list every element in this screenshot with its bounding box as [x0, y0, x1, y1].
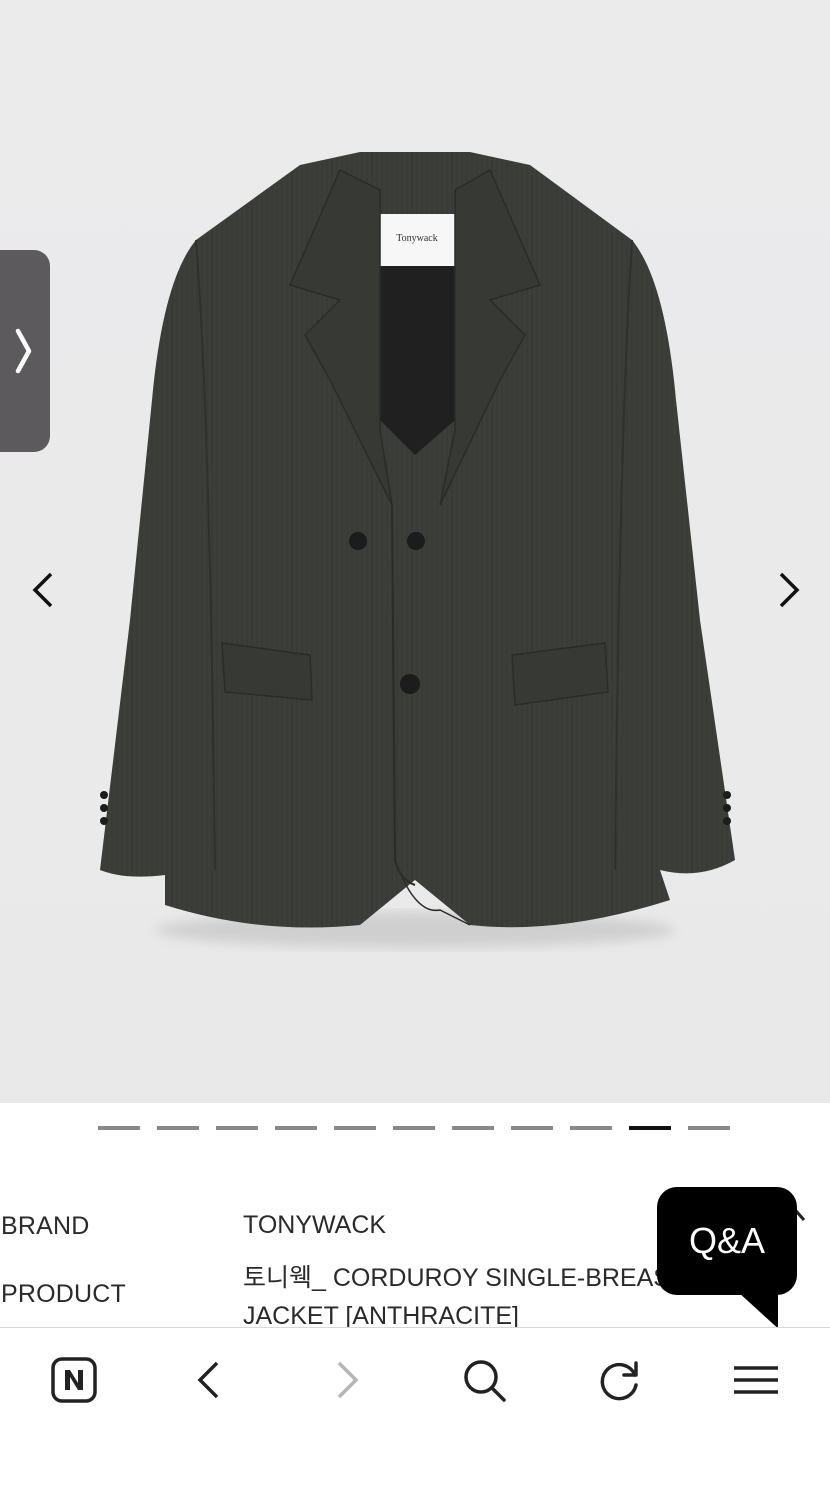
pagination-dash[interactable]: [334, 1126, 376, 1130]
side-panel-toggle[interactable]: [0, 250, 50, 452]
forward-button[interactable]: [316, 1350, 376, 1410]
chevron-right-icon: [337, 1361, 359, 1399]
hamburger-menu-icon: [734, 1366, 778, 1394]
search-icon: [464, 1360, 506, 1402]
pagination-dash[interactable]: [629, 1126, 671, 1130]
product-image-gallery[interactable]: Tonywack: [0, 0, 830, 1103]
brand-label: BRAND: [1, 1212, 90, 1240]
pagination-dash[interactable]: [452, 1126, 494, 1130]
pagination-dash[interactable]: [275, 1126, 317, 1130]
pagination-dash[interactable]: [511, 1126, 553, 1130]
jacket-product-image: Tonywack: [100, 152, 735, 948]
chevron-left-icon: [32, 572, 53, 608]
pagination-dash[interactable]: [157, 1126, 199, 1130]
chevron-right-icon: [779, 572, 800, 608]
qa-button[interactable]: Q&A: [657, 1187, 797, 1295]
gallery-prev-button[interactable]: [14, 560, 74, 620]
pagination-dash[interactable]: [393, 1126, 435, 1130]
gallery-next-button[interactable]: [758, 560, 818, 620]
back-button[interactable]: [180, 1350, 240, 1410]
search-button[interactable]: [454, 1350, 514, 1410]
naver-n-icon: [51, 1357, 97, 1403]
reload-icon: [600, 1361, 638, 1401]
chevron-right-icon: [15, 328, 32, 374]
browser-toolbar: [0, 1328, 830, 1500]
chevron-left-icon: [197, 1361, 219, 1399]
jacket-tag-text: Tonywack: [396, 233, 438, 244]
reload-button[interactable]: [590, 1350, 650, 1410]
naver-home-button[interactable]: [44, 1350, 104, 1410]
pagination-dash[interactable]: [688, 1126, 730, 1130]
product-label: PRODUCT: [1, 1280, 127, 1308]
gallery-pagination: [98, 1126, 730, 1130]
pagination-dash[interactable]: [98, 1126, 140, 1130]
menu-button[interactable]: [726, 1350, 786, 1410]
product-page: Tonywack BRAND TONYWACK PRODUCT 토니웩_ COR…: [0, 0, 830, 1500]
pagination-dash[interactable]: [570, 1126, 612, 1130]
pagination-dash[interactable]: [216, 1126, 258, 1130]
